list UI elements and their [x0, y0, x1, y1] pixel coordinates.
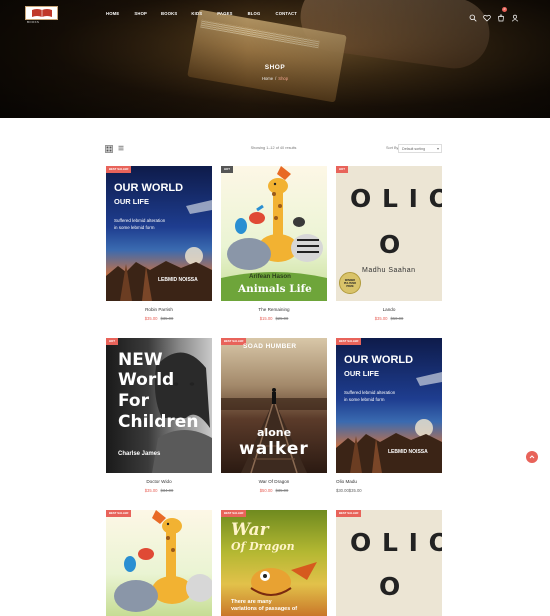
- shop-toolbar: Showing 1–12 of 40 results Sort By Defau…: [105, 143, 442, 155]
- product-price: $30.00$35.00: [336, 488, 362, 493]
- breadcrumb-current: Shop: [278, 76, 289, 81]
- nav-blog[interactable]: BLOG: [248, 11, 261, 16]
- logo-text: BOOKS: [27, 20, 40, 24]
- product-price: $50.00 $35.00: [259, 488, 289, 493]
- sort-value: Default sorting: [402, 147, 426, 151]
- award-seal: WINNER PULITZER PRIZE: [339, 272, 361, 294]
- sort-select[interactable]: Default sorting ▾: [398, 144, 442, 153]
- product-image[interactable]: BEST SALLER: [106, 510, 212, 616]
- product-image[interactable]: HOT Arifean Hason Animals Life: [221, 166, 327, 301]
- product-image[interactable]: BEST SALLER O L I O O: [336, 510, 442, 616]
- cart-count-badge: 0: [502, 7, 507, 12]
- product-price: $35.00 $34.00: [144, 488, 174, 493]
- product-badge: BEST SALLER: [106, 510, 132, 517]
- scroll-to-top-button[interactable]: [526, 451, 538, 463]
- chevron-down-icon: ▾: [436, 146, 439, 151]
- product-title[interactable]: Lando: [336, 307, 442, 312]
- nav-shop[interactable]: SHOP: [134, 11, 147, 16]
- hero-banner: BOOKS HOME SHOP BOOKS KIDS PAGES BLOG CO…: [0, 0, 550, 118]
- product-badge: BEST SALLER: [221, 510, 247, 517]
- search-icon[interactable]: [469, 9, 477, 22]
- nav-home[interactable]: HOME: [106, 11, 119, 16]
- product-image[interactable]: HOT NEW World For Children Charlse James: [106, 338, 212, 473]
- product-title[interactable]: The Remaining: [221, 307, 327, 312]
- nav-contact[interactable]: CONTACT: [275, 11, 297, 16]
- product-badge: BEST SALLER: [336, 510, 362, 517]
- heart-icon[interactable]: [483, 9, 491, 22]
- cart-icon[interactable]: 0: [497, 7, 507, 22]
- nav-kids[interactable]: KIDS: [191, 11, 202, 16]
- page-title: SHOP: [264, 64, 286, 71]
- product-title[interactable]: War Of Dragon: [221, 479, 327, 484]
- breadcrumb-home[interactable]: Home: [262, 76, 273, 81]
- product-image[interactable]: BEST SALLER OUR WORLD OUR LIFE Suffered …: [336, 338, 442, 473]
- product-title[interactable]: Olio Madu: [336, 479, 442, 484]
- product-badge: BEST SALLER: [106, 166, 132, 173]
- product-badge: HOT: [106, 338, 118, 345]
- user-icon[interactable]: [511, 9, 519, 22]
- breadcrumb: Home / Shop: [261, 76, 289, 81]
- product-badge: HOT: [336, 166, 348, 173]
- product-price: $35.00 $35.00: [144, 316, 174, 321]
- nav-pages[interactable]: PAGES: [217, 11, 232, 16]
- product-badge: BEST SALLER: [336, 338, 362, 345]
- product-image[interactable]: BEST SALLER OUR WORLD OUR LIFE Suffered …: [106, 166, 212, 301]
- product-price: $35.00 $50.00: [374, 316, 404, 321]
- nav-books[interactable]: BOOKS: [161, 11, 177, 16]
- product-title[interactable]: Doctor Wido: [106, 479, 212, 484]
- product-image[interactable]: BEST SALLER War Of Dragon There are many…: [221, 510, 327, 616]
- product-badge: HOT: [221, 166, 233, 173]
- book-logo-icon: [31, 9, 52, 17]
- product-image[interactable]: HOT O L I O O Madhu Saahan WINNER PULITZ…: [336, 166, 442, 301]
- chevron-up-icon: [529, 455, 535, 459]
- site-logo[interactable]: [25, 6, 58, 20]
- product-price: $15.00 $25.00: [259, 316, 289, 321]
- main-nav: HOME SHOP BOOKS KIDS PAGES BLOG CONTACT: [106, 11, 297, 16]
- header-icons: 0: [469, 7, 519, 22]
- product-image[interactable]: BEST SALLER SOAD HUMBER alone walker: [221, 338, 327, 473]
- sort-label: Sort By: [386, 146, 399, 150]
- product-title[interactable]: Robin Parrish: [106, 307, 212, 312]
